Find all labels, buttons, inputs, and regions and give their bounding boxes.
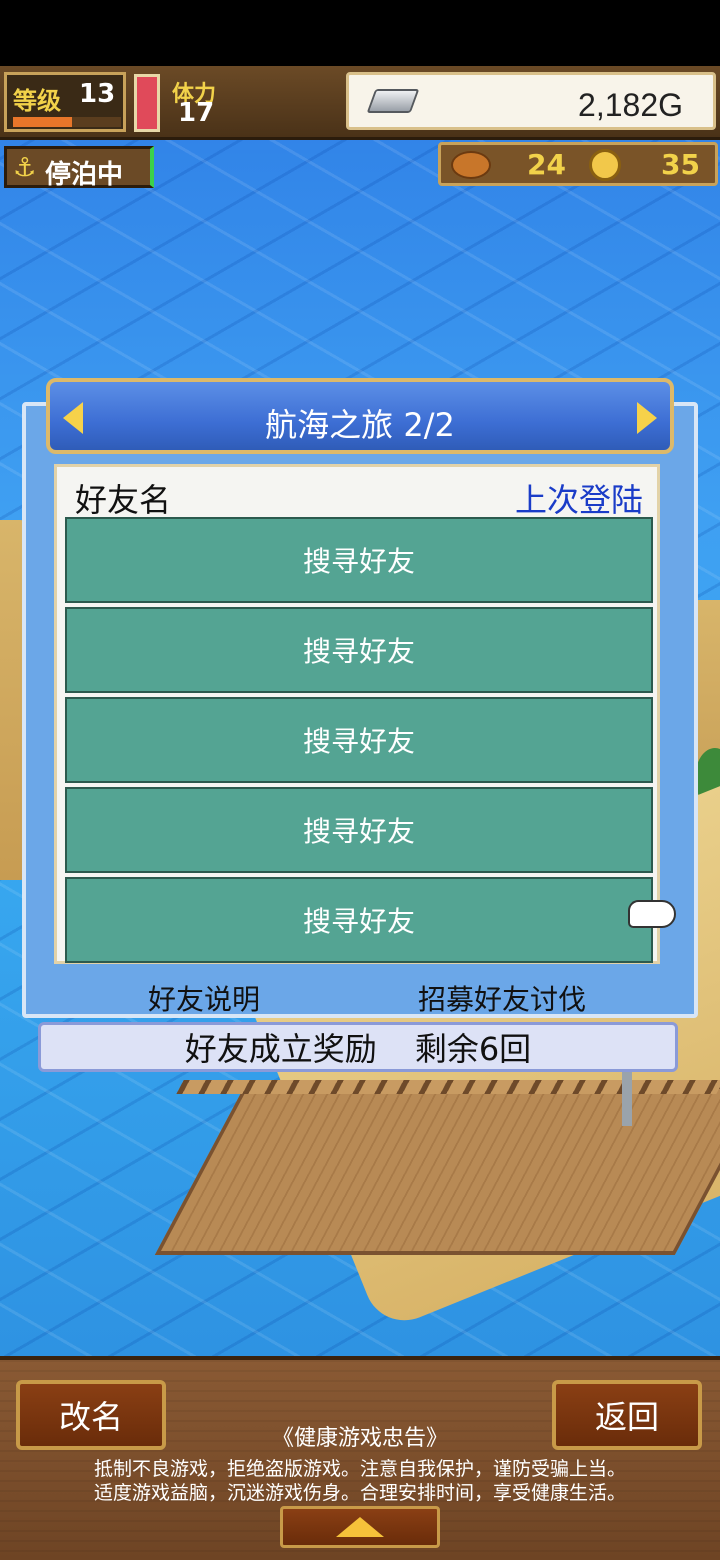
anchor-icon: ⚓ — [13, 153, 37, 183]
harbor-status-text: 停泊中 — [45, 160, 124, 190]
gold-amount: 2,182G — [578, 87, 683, 123]
coin-count: 35 — [661, 148, 700, 181]
reward-label: 好友成立奖励 — [184, 1030, 377, 1068]
exp-bar — [13, 117, 121, 127]
gold-panel: 2,182G — [346, 72, 716, 130]
recruit-friend-link[interactable]: 招募好友讨伐 — [418, 978, 586, 1018]
bread-icon — [451, 151, 491, 179]
silver-bar-icon — [366, 89, 420, 113]
chevron-up-icon — [336, 1517, 384, 1537]
health-advice-line: 适度游戏益脑，沉迷游戏伤身。合理安排时间，享受健康生活。 — [93, 1482, 626, 1504]
column-header-friend-name: 好友名 — [75, 481, 172, 519]
search-friend-slot[interactable]: 搜寻好友 — [65, 697, 653, 783]
level-value: 13 — [79, 79, 116, 109]
friend-help-link[interactable]: 好友说明 — [148, 978, 260, 1018]
expand-menu-button[interactable] — [280, 1506, 440, 1548]
search-friend-slot[interactable]: 搜寻好友 — [65, 877, 653, 963]
reward-remaining: 剩余6回 — [414, 1030, 532, 1068]
dock-railing — [176, 1080, 720, 1094]
column-header-last-login: 上次登陆 — [514, 481, 643, 519]
friend-list-panel: 好友名 上次登陆 搜寻好友 搜寻好友 搜寻好友 搜寻好友 搜寻好友 — [54, 464, 660, 964]
level-label: 等级 — [13, 87, 61, 115]
pointing-hand-icon — [628, 900, 676, 928]
level-indicator: 等级 13 — [4, 72, 126, 132]
dialog-title-bar: 航海之旅 2/2 — [46, 378, 674, 454]
next-page-button[interactable] — [630, 396, 664, 440]
coin-icon — [589, 149, 621, 181]
search-friend-slot[interactable]: 搜寻好友 — [65, 517, 653, 603]
harbor-status-badge: ⚓ 停泊中 — [4, 146, 154, 190]
stamina-value: 17 — [178, 98, 215, 128]
friend-reward-bar: 好友成立奖励 剩余6回 — [38, 1022, 678, 1072]
resource-bar: 24 35 — [438, 142, 718, 186]
search-friend-slot[interactable]: 搜寻好友 — [65, 607, 653, 693]
friend-list: 搜寻好友 搜寻好友 搜寻好友 搜寻好友 搜寻好友 — [65, 517, 653, 967]
health-advice-title: 《健康游戏忠告》 — [271, 1426, 448, 1451]
search-friend-slot[interactable]: 搜寻好友 — [65, 787, 653, 873]
wooden-dock — [154, 1085, 720, 1255]
stamina-gauge-fill — [137, 77, 157, 129]
status-strip — [0, 0, 720, 66]
food-count: 24 — [527, 148, 566, 181]
health-advice-line: 抵制不良游戏，拒绝盗版游戏。注意自我保护，谨防受骗上当。 — [93, 1458, 626, 1480]
stamina-gauge — [134, 74, 160, 132]
dialog-title: 航海之旅 2/2 — [265, 406, 455, 444]
exp-bar-fill — [13, 117, 73, 127]
arrow-right-icon — [637, 402, 657, 434]
